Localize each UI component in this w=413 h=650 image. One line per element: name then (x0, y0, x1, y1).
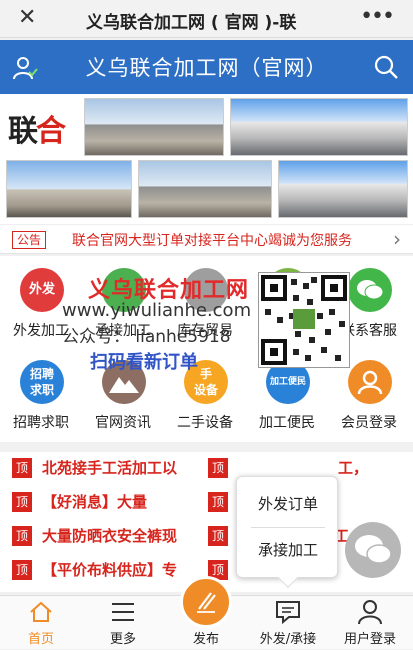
floating-wechat-button[interactable] (345, 522, 401, 578)
outsource-icon: 外发 (20, 268, 64, 312)
window-title: 义乌联合加工网 ( 官网 )-联 (86, 13, 297, 33)
outsource-icon-text: 外发 (28, 282, 55, 297)
grid-label: 会员登录 (341, 415, 397, 431)
watermark-overlay: 义乌联合加工网 www.yiwulianhe.com 公众号： lianhe59… (62, 272, 252, 382)
top-badge: 顶 (12, 491, 32, 512)
grid-label: 官网资讯 (95, 415, 151, 431)
publish-popup-menu: 外发订单 承接加工 (236, 476, 339, 588)
page-title: 义乌联合加工网（官网） (85, 56, 328, 80)
grid-label: 招聘求职 (13, 415, 69, 431)
nav-label: 首页 (27, 632, 54, 647)
notice-tag: 公告 (12, 231, 47, 249)
pen-icon (197, 592, 216, 613)
nav-label: 发布 (192, 632, 219, 647)
banner-photo (6, 160, 132, 218)
convenience-icon-text: 加工便民 (269, 377, 306, 387)
news-item[interactable]: 顶【好消息】大量 (12, 491, 202, 517)
news-title: 北苑接手工活加工以 (42, 459, 178, 477)
grid-label: 加工便民 (259, 415, 315, 431)
banner-photo (138, 160, 272, 218)
notice-text[interactable]: 联合官网大型订单对接平台中心竭诚为您服务 (72, 230, 352, 250)
banner-carousel[interactable]: 联合 (0, 94, 413, 224)
lianhe-logo: 联合 (6, 100, 78, 154)
news-item[interactable]: 顶北苑接手工活加工以 (12, 457, 202, 483)
notice-bar[interactable]: 公告 联合官网大型订单对接平台中心竭诚为您服务 › (0, 224, 413, 254)
search-icon[interactable] (373, 54, 399, 80)
more-dots-icon[interactable]: ••• (360, 4, 395, 29)
news-title: 工， (338, 459, 369, 477)
publish-button[interactable] (180, 576, 232, 628)
jobs-icon-text: 招聘 求职 (29, 367, 54, 397)
member-icon (348, 360, 392, 404)
watermark-cta: 扫码看新订单 (90, 352, 198, 373)
nav-user-login[interactable]: 用户登录 (329, 596, 411, 650)
watermark-url: www.yiwulianhe.com (62, 300, 252, 321)
news-item[interactable]: 顶大量防晒衣安全裤现 (12, 525, 202, 551)
user-icon (358, 600, 382, 625)
news-title: 大量防晒衣安全裤现 (42, 527, 178, 545)
watermark-account: 公众号： lianhe5918 (62, 327, 231, 347)
top-badge: 顶 (12, 525, 32, 546)
top-badge: 顶 (208, 525, 228, 546)
qr-code (258, 272, 350, 368)
nav-label: 外发/承接 (259, 632, 317, 647)
banner-photo (84, 98, 224, 156)
list-icon (112, 603, 134, 621)
grid-label: 二手设备 (177, 415, 233, 431)
jobs-icon: 招聘 求职 (20, 360, 64, 404)
top-badge: 顶 (208, 457, 228, 478)
home-icon (30, 601, 52, 622)
close-icon[interactable]: ✕ (18, 6, 36, 30)
nav-outsource-accept[interactable]: 外发/承接 (247, 596, 329, 650)
wechat-icon (355, 535, 392, 564)
chevron-right-icon[interactable]: › (393, 227, 401, 251)
nav-label: 更多 (109, 632, 136, 647)
news-title: 【好消息】大量 (42, 493, 148, 511)
divider (251, 527, 325, 528)
popup-item-accept-processing[interactable]: 承接加工 (237, 539, 339, 560)
browser-top-bar: ✕ 义乌联合加工网 ( 官网 )-联 ••• (0, 0, 413, 38)
banner-photo (278, 160, 408, 218)
news-item[interactable]: 顶【平价布料供应】专 (12, 559, 202, 585)
nav-more[interactable]: 更多 (82, 596, 164, 650)
news-title: 【平价布料供应】专 (42, 561, 178, 579)
nav-label: 用户登录 (343, 632, 396, 647)
site-header: 义乌联合加工网（官网） (0, 40, 413, 94)
popup-item-outsource-order[interactable]: 外发订单 (237, 493, 339, 514)
top-badge: 顶 (12, 559, 32, 580)
banner-photo (230, 98, 408, 156)
nav-home[interactable]: 首页 (0, 596, 82, 650)
top-badge: 顶 (12, 457, 32, 478)
message-icon (276, 601, 300, 624)
wechat-icon (348, 268, 392, 312)
top-badge: 顶 (208, 491, 228, 512)
